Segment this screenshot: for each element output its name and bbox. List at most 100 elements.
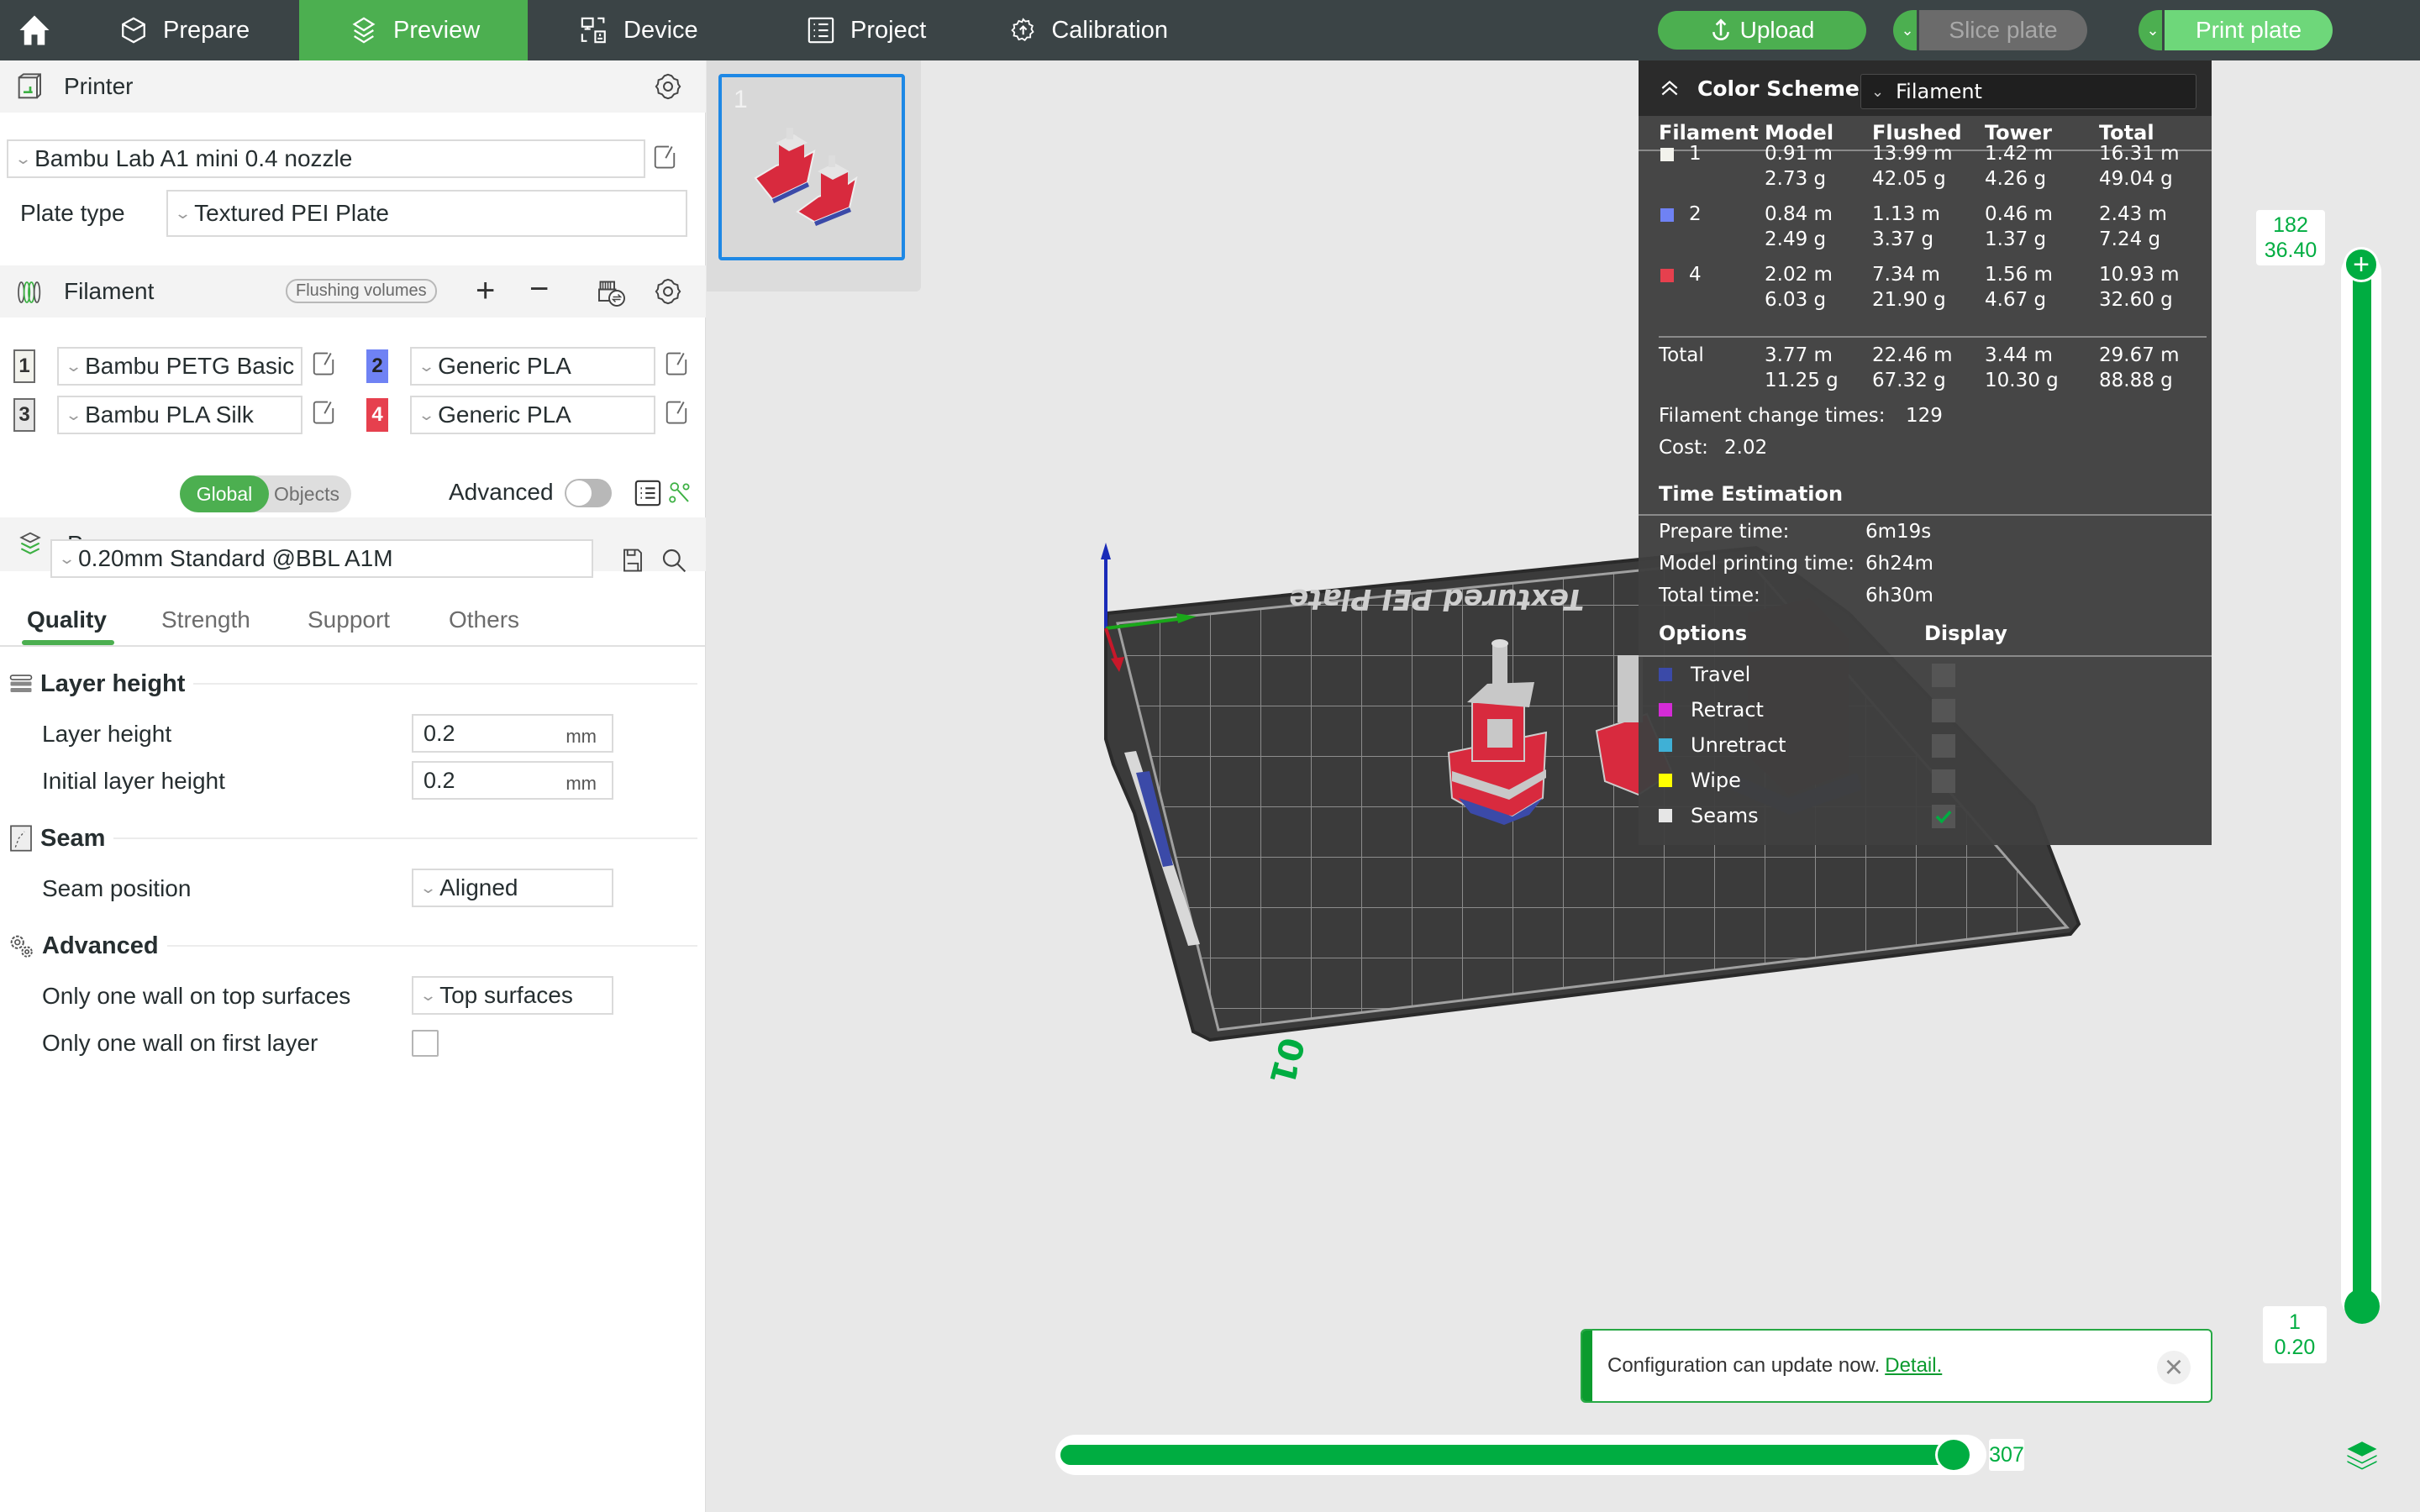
wipe-display-checkbox[interactable] — [1932, 769, 1955, 793]
seams-swatch — [1659, 809, 1672, 822]
filament-slot-1-select[interactable]: ⌄ Bambu PETG Basic — [57, 347, 302, 386]
initial-layer-height-input[interactable]: 0.2 mm — [412, 761, 613, 800]
list-icon — [808, 17, 834, 44]
travel-display-checkbox[interactable] — [1932, 664, 1955, 687]
travel-swatch — [1659, 668, 1672, 681]
home-button[interactable] — [0, 0, 69, 60]
notification-detail-link[interactable]: Detail. — [1885, 1354, 1942, 1377]
edit-filament-1-icon[interactable] — [313, 351, 334, 376]
row-tower-weight: 4.26 g — [1985, 168, 2047, 190]
layer-slider-top-handle[interactable]: + — [2344, 247, 2379, 282]
color-scheme-label: Color Scheme — [1697, 76, 1860, 101]
add-filament-button[interactable]: + — [476, 272, 495, 310]
print-options-dropdown[interactable]: ⌄ — [2139, 10, 2162, 50]
tab-quality[interactable]: Quality — [27, 606, 107, 633]
upload-button[interactable]: Upload — [1658, 11, 1866, 50]
layers-stack-icon[interactable] — [2344, 1438, 2380, 1472]
filament-slot-4-select[interactable]: ⌄ Generic PLA — [410, 396, 655, 434]
chevron-down-icon: ⌄ — [2146, 21, 2160, 39]
edit-printer-icon[interactable] — [654, 144, 676, 170]
gcode-legend-panel: Color Scheme ⌄ Filament Filament Model F… — [1639, 60, 2212, 845]
process-tabs: Quality Strength Support Others — [0, 598, 706, 647]
wipe-swatch — [1659, 774, 1672, 787]
row-model-weight: 2.49 g — [1765, 228, 1827, 250]
printer-preset-select[interactable]: ⌄ Bambu Lab A1 mini 0.4 nozzle — [7, 139, 645, 178]
option-seams: Seams — [1659, 803, 1759, 828]
first-layer-wall-checkbox[interactable] — [412, 1030, 439, 1057]
layer-slider-range — [2353, 277, 2371, 1302]
plate-number-text: 01 — [1261, 1033, 1311, 1089]
top-wall-select[interactable]: ⌄ Top surfaces — [412, 976, 613, 1015]
initial-layer-height-unit: mm — [566, 773, 597, 794]
retract-swatch — [1659, 703, 1672, 717]
tab-strength[interactable]: Strength — [161, 606, 250, 633]
notification-close-button[interactable]: × — [2157, 1351, 2191, 1384]
tab-project[interactable]: Project — [756, 0, 966, 60]
tab-preview[interactable]: Preview — [299, 0, 528, 60]
filament-spool-icon — [18, 281, 41, 303]
printer-settings-gear-icon[interactable] — [654, 72, 682, 101]
filament-slot-1-badge[interactable]: 1 — [13, 349, 35, 383]
tab-support[interactable]: Support — [308, 606, 390, 633]
filament-slot-2-value: Generic PLA — [438, 353, 571, 379]
plate-type-value: Textured PEI Plate — [194, 200, 389, 226]
flushing-volumes-button[interactable]: Flushing volumes — [286, 279, 437, 303]
top-layer-height: 36.40 — [2264, 239, 2317, 262]
unretract-display-checkbox[interactable] — [1932, 734, 1955, 758]
slice-plate-button[interactable]: Slice plate — [1919, 10, 2087, 50]
edit-filament-4-icon[interactable] — [666, 400, 687, 425]
tab-prepare[interactable]: Prepare — [69, 0, 299, 60]
filament-1-swatch — [1660, 148, 1674, 161]
tab-calibration[interactable]: Calibration — [966, 0, 1168, 60]
row-filament-id: 4 — [1689, 264, 1702, 286]
process-search-settings-icon[interactable] — [667, 479, 692, 507]
plate-type-select[interactable]: ⌄ Textured PEI Plate — [166, 190, 687, 237]
option-unretract: Unretract — [1659, 732, 1786, 758]
notification-accent-bar — [1582, 1331, 1592, 1401]
edit-filament-2-icon[interactable] — [666, 351, 687, 376]
seam-position-select[interactable]: ⌄ Aligned — [412, 869, 613, 907]
row-tower-weight: 1.37 g — [1985, 228, 2047, 250]
chevron-down-icon: ⌄ — [1871, 82, 1885, 101]
filament-slot-3-badge[interactable]: 3 — [13, 398, 35, 432]
total-time-value: 6h30m — [1865, 585, 1933, 606]
printer-preset-value: Bambu Lab A1 mini 0.4 nozzle — [34, 145, 353, 171]
filament-settings-gear-icon[interactable] — [654, 277, 682, 306]
seams-display-checkbox[interactable] — [1932, 805, 1955, 828]
row-tower-length: 1.42 m — [1985, 143, 2053, 165]
edit-filament-3-icon[interactable] — [313, 400, 334, 425]
print-plate-button[interactable]: Print plate — [2165, 10, 2333, 50]
row-flushed-length: 13.99 m — [1872, 143, 1953, 165]
search-icon[interactable] — [660, 546, 687, 575]
advanced-toggle[interactable] — [565, 479, 612, 507]
retract-display-checkbox[interactable] — [1932, 699, 1955, 722]
remove-filament-button[interactable]: − — [529, 270, 549, 308]
layer-height-input[interactable]: 0.2 mm — [412, 714, 613, 753]
color-scheme-select[interactable]: ⌄ Filament — [1860, 74, 2196, 109]
first-layer-wall-label: Only one wall on first layer — [42, 1030, 318, 1056]
collapse-icon[interactable] — [1659, 79, 1681, 97]
layer-slider-bottom-handle[interactable] — [2344, 1289, 2380, 1324]
filament-slot-4-badge[interactable]: 4 — [366, 398, 388, 432]
global-scope-button[interactable]: Global — [180, 475, 269, 512]
save-preset-icon[interactable] — [622, 548, 644, 573]
slice-options-dropdown[interactable]: ⌄ — [1893, 10, 1917, 50]
prepare-time-value: 6m19s — [1865, 521, 1932, 543]
tab-device[interactable]: Device — [528, 0, 756, 60]
seam-position-value: Aligned — [439, 874, 518, 900]
filament-slot-2-badge[interactable]: 2 — [366, 349, 388, 383]
advanced-group-title: Advanced — [42, 932, 159, 959]
printer-title: Printer — [64, 73, 134, 99]
process-preset-select[interactable]: ⌄ 0.20mm Standard @BBL A1M — [50, 539, 593, 578]
tab-others[interactable]: Others — [449, 606, 519, 633]
compare-list-icon[interactable] — [634, 479, 662, 507]
chevron-down-icon: ⌄ — [418, 879, 438, 896]
objects-scope-button[interactable]: Objects — [269, 483, 339, 506]
row-tower-length: 0.46 m — [1985, 203, 2053, 225]
row-filament-id: 1 — [1689, 143, 1702, 165]
move-slider-handle[interactable] — [1935, 1437, 1972, 1473]
filament-sync-icon[interactable] — [597, 278, 627, 308]
filament-slot-2-select[interactable]: ⌄ Generic PLA — [410, 347, 655, 386]
upload-icon — [1712, 18, 1729, 40]
filament-slot-3-select[interactable]: ⌄ Bambu PLA Silk — [57, 396, 302, 434]
